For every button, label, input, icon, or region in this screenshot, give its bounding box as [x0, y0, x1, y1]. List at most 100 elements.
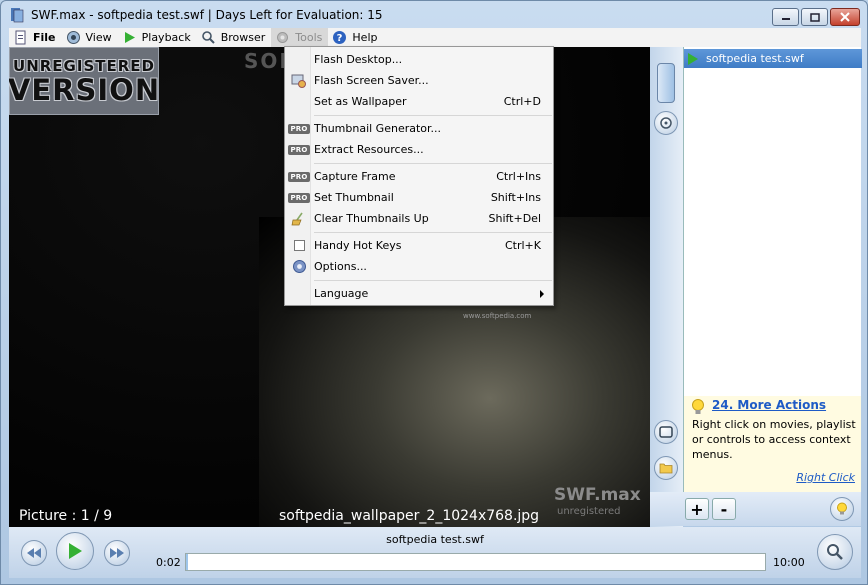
menu-item-shortcut: Ctrl+K — [504, 239, 541, 252]
menu-item-thumbnail-generator[interactable]: PRO Thumbnail Generator... — [285, 118, 553, 139]
menu-item-shortcut: Shift+Ins — [490, 191, 541, 204]
menu-item-label: Options... — [314, 260, 367, 273]
menu-playback[interactable]: Playback — [118, 28, 197, 47]
screen-icon — [659, 426, 673, 438]
image-url-text: www.softpedia.com — [463, 312, 532, 320]
fullscreen-button[interactable] — [654, 420, 678, 444]
zoom-slider-thumb[interactable] — [657, 63, 675, 103]
current-file-label: softpedia_wallpaper_2_1024x768.jpg — [279, 508, 540, 524]
menu-item-capture-frame[interactable]: PRO Capture Frame Ctrl+Ins — [285, 166, 553, 187]
menu-item-options[interactable]: Options... — [285, 256, 553, 277]
add-to-playlist-button[interactable]: + — [685, 498, 709, 520]
playback-controls: softpedia test.swf 0:02 10:00 — [9, 527, 861, 578]
now-playing-title: softpedia test.swf — [386, 533, 484, 546]
pro-badge: PRO — [288, 192, 310, 203]
tools-menu-dropdown: Flash Desktop... Flash Screen Saver... S… — [284, 46, 554, 306]
menu-item-language[interactable]: Language — [285, 283, 553, 304]
magnifier-icon — [827, 544, 843, 560]
unregistered-badge: UNREGISTERED VERSION — [9, 47, 159, 115]
menu-help-label: Help — [352, 31, 378, 44]
play-icon — [124, 32, 135, 43]
rewind-icon — [27, 548, 41, 558]
picture-counter: Picture : 1 / 9 — [19, 508, 113, 524]
menu-item-flash-screen-saver[interactable]: Flash Screen Saver... — [285, 70, 553, 91]
pro-badge: PRO — [288, 144, 310, 155]
title-bar: SWF.max - softpedia test.swf | Days Left… — [1, 1, 867, 29]
menu-item-label: Flash Desktop... — [314, 53, 403, 66]
open-folder-button[interactable] — [654, 456, 678, 480]
menu-item-label: Language — [314, 287, 369, 300]
fast-forward-icon — [110, 548, 124, 558]
menu-browser-label: Browser — [220, 31, 266, 44]
pro-badge-icon: PRO — [288, 169, 310, 184]
menu-bar: File View Playback Browser Tools ? Help — [9, 28, 861, 47]
menu-item-set-as-wallpaper[interactable]: Set as Wallpaper Ctrl+D — [285, 91, 553, 112]
maximize-button[interactable] — [801, 8, 828, 26]
menu-browser[interactable]: Browser — [197, 28, 272, 47]
menu-item-label: Capture Frame — [314, 170, 396, 183]
playlist-toolbar: + - — [650, 492, 861, 526]
menu-item-clear-thumbnails[interactable]: Clear Thumbnails Up Shift+Del — [285, 208, 553, 229]
pro-badge-icon: PRO — [288, 121, 310, 136]
menu-item-label: Set Thumbnail — [314, 191, 394, 204]
lightbulb-icon — [837, 502, 847, 515]
minimize-button[interactable] — [772, 8, 799, 26]
menu-separator — [314, 280, 552, 281]
tip-title-link[interactable]: 24. More Actions — [712, 398, 826, 412]
tips-toggle-button[interactable] — [830, 497, 854, 521]
broom-icon — [290, 211, 308, 226]
menu-item-label: Flash Screen Saver... — [314, 74, 429, 87]
menu-item-flash-desktop[interactable]: Flash Desktop... — [285, 49, 553, 70]
checkbox-icon — [290, 238, 308, 253]
tips-panel: 24. More Actions Right click on movies, … — [683, 396, 861, 492]
rotate-icon — [660, 117, 672, 129]
gear-icon — [277, 32, 289, 43]
playlist-item-label: softpedia test.swf — [706, 52, 804, 65]
rotate-button[interactable] — [654, 111, 678, 135]
submenu-arrow-icon — [540, 290, 544, 298]
menu-item-label: Clear Thumbnails Up — [314, 212, 429, 225]
menu-item-shortcut: Ctrl+Ins — [496, 170, 541, 183]
browser-icon — [201, 31, 215, 44]
tip-right-click-link[interactable]: Right Click — [796, 471, 855, 484]
close-button[interactable] — [830, 8, 860, 26]
tip-body: Right click on movies, playlist or contr… — [692, 418, 856, 461]
menu-item-set-thumbnail[interactable]: PRO Set Thumbnail Shift+Ins — [285, 187, 553, 208]
menu-tools-label: Tools — [295, 31, 323, 44]
hot-keys-checkbox[interactable] — [293, 240, 305, 251]
pro-badge-icon: PRO — [288, 142, 310, 157]
elapsed-time: 0:02 — [156, 556, 181, 569]
svg-text:?: ? — [337, 33, 343, 44]
menu-file-label: File — [33, 31, 56, 44]
maximize-icon — [809, 12, 820, 22]
seek-bar[interactable] — [185, 553, 766, 571]
unregistered-badge-line2: VERSION — [9, 73, 161, 107]
playlist-panel: softpedia test.swf — [683, 47, 862, 396]
menu-view-label: View — [85, 31, 112, 44]
pro-badge: PRO — [288, 171, 310, 182]
menu-item-handy-hot-keys[interactable]: Handy Hot Keys Ctrl+K — [285, 235, 553, 256]
options-gear-icon — [290, 259, 308, 274]
pro-badge-icon: PRO — [288, 190, 310, 205]
menu-item-label: Set as Wallpaper — [314, 95, 407, 108]
view-icon — [66, 31, 80, 44]
menu-item-extract-resources[interactable]: PRO Extract Resources... — [285, 139, 553, 160]
menu-item-shortcut: Ctrl+D — [503, 95, 541, 108]
menu-file[interactable]: File — [9, 28, 62, 47]
app-icon — [11, 8, 24, 23]
menu-tools[interactable]: Tools — [271, 28, 329, 47]
menu-separator — [314, 115, 552, 116]
brand-subtitle: unregistered — [557, 506, 621, 517]
remove-from-playlist-button[interactable]: - — [712, 498, 736, 520]
playing-indicator-icon — [688, 52, 698, 65]
menu-help[interactable]: ? Help — [328, 28, 383, 47]
playlist-item[interactable]: softpedia test.swf — [684, 49, 862, 68]
menu-item-shortcut: Shift+Del — [488, 212, 541, 225]
pro-badge: PRO — [288, 123, 310, 134]
menu-item-label: Handy Hot Keys — [314, 239, 402, 252]
window-title: SWF.max - softpedia test.swf | Days Left… — [31, 8, 383, 22]
menu-view[interactable]: View — [62, 28, 118, 47]
zoom-button[interactable] — [817, 534, 853, 570]
total-time: 10:00 — [773, 556, 805, 569]
menu-item-label: Extract Resources... — [314, 143, 424, 156]
